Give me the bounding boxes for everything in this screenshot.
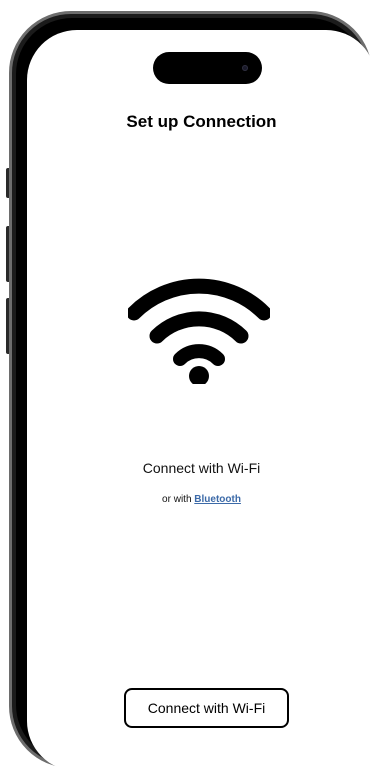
connect-wifi-button[interactable]: Connect with Wi-Fi — [124, 688, 289, 728]
bluetooth-link[interactable]: Bluetooth — [194, 494, 241, 505]
alternative-option: or with Bluetooth — [27, 494, 376, 505]
alternative-prefix: or with — [162, 494, 195, 505]
camera-icon — [242, 65, 248, 71]
wifi-icon — [128, 278, 270, 384]
page-title: Set up Connection — [126, 112, 277, 131]
dynamic-island — [153, 52, 262, 84]
phone-frame: Set up Connection Connect with Wi-Fi or … — [9, 11, 376, 771]
device-mockup: Set up Connection Connect with Wi-Fi or … — [0, 0, 381, 773]
connection-method-label: Connect with Wi-Fi — [142, 460, 261, 476]
phone-screen: Set up Connection Connect with Wi-Fi or … — [27, 30, 376, 771]
